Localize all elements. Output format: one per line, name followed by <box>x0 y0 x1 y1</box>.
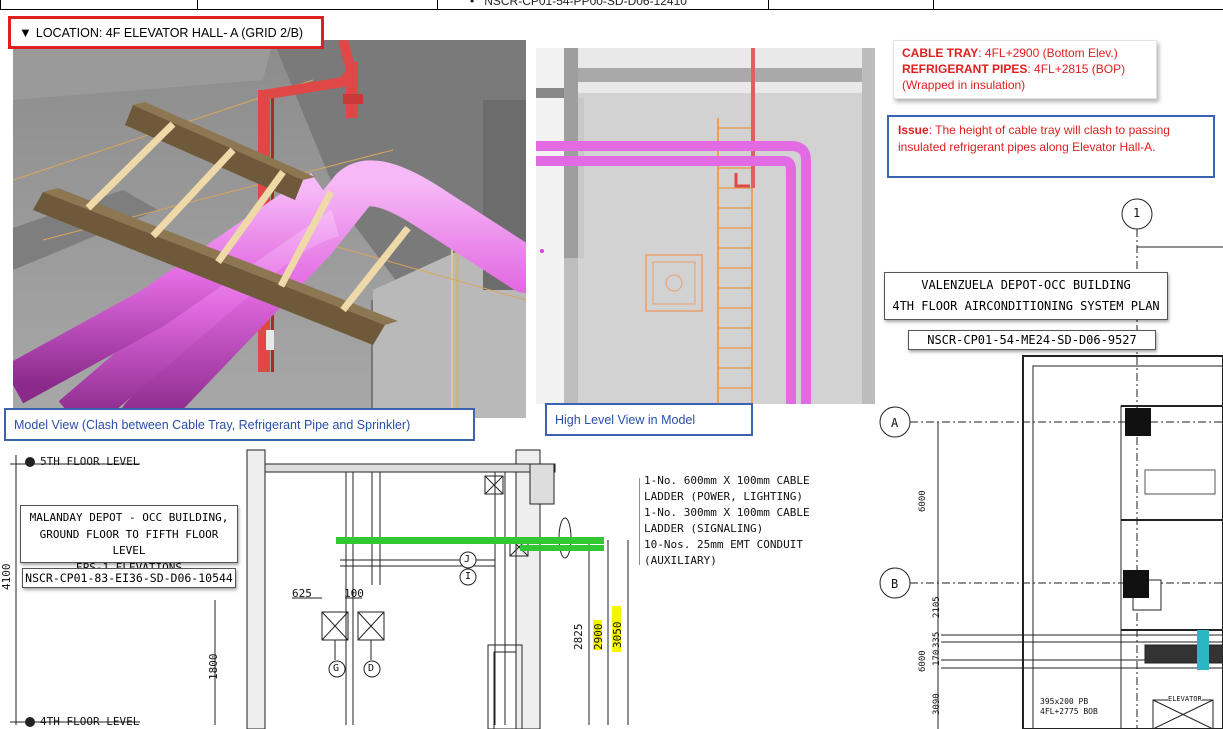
high-level-view-caption: High Level View in Model <box>545 403 753 436</box>
pb-note-1: 395x200 PB <box>1040 697 1089 706</box>
refrigerant-label: REFRIGERANT PIPES <box>902 62 1028 76</box>
plan-dim-3090: 3090 <box>932 693 942 715</box>
grid-a-label: A <box>891 416 899 430</box>
table-divider <box>197 0 198 10</box>
insulation-note: (Wrapped in insulation) <box>902 78 1026 92</box>
issue-box: Issue: The height of cable tray will cla… <box>887 115 1215 178</box>
high-level-view-render <box>536 48 875 404</box>
table-divider <box>933 0 934 10</box>
location-label: ▼ LOCATION: 4F ELEVATOR HALL- A (GRID 2/… <box>8 16 324 49</box>
level-4th-label: 4TH FLOOR LEVEL <box>40 715 140 728</box>
dim-1800: 1800 <box>207 653 220 681</box>
tag-j: J <box>464 554 471 565</box>
header-cut-text: • NSCR-CP01-54-PP00-SD-D06-12410 <box>470 0 687 8</box>
grid-b-label: B <box>891 577 899 591</box>
elevator-label: ELEVATOR <box>1168 695 1202 703</box>
table-divider <box>437 0 438 10</box>
grid-1-label: 1 <box>1133 206 1141 220</box>
tag-i: I <box>465 571 472 582</box>
plan-drawing-ref: NSCR-CP01-54-ME24-SD-D06-9527 <box>908 330 1156 350</box>
cable-tray-label: CABLE TRAY <box>902 46 979 60</box>
issue-label: Issue <box>898 123 929 137</box>
header-table-row: • NSCR-CP01-54-PP00-SD-D06-12410 <box>0 0 1223 10</box>
model-view-caption: Model View (Clash between Cable Tray, Re… <box>4 408 475 441</box>
cable-tray-value: : 4FL+2900 (Bottom Elev.) <box>978 46 1118 60</box>
dim-3050: 3050 <box>611 621 624 649</box>
elevation-drawing-ref: NSCR-CP01-83-EI36-SD-D06-10544 <box>22 568 236 588</box>
elevation-title-block: MALANDAY DEPOT - OCC BUILDING, GROUND FL… <box>20 505 238 574</box>
dim-2900: 2900 <box>592 623 605 651</box>
refrigerant-value: : 4FL+2815 (BOP) <box>1027 62 1126 76</box>
table-divider <box>768 0 769 10</box>
model-view-svg <box>13 40 526 418</box>
dim-4100: 4100 <box>0 563 13 591</box>
plan-title-block: VALENZUELA DEPOT-OCC BUILDING 4TH FLOOR … <box>884 272 1168 320</box>
model-view-render <box>13 40 526 418</box>
triangle-down-icon: ▼ <box>19 25 32 40</box>
issue-text: : The height of cable tray will clash to… <box>898 123 1170 154</box>
cable-ladder-notes: 1-No. 600mm X 100mm CABLE LADDER (POWER, … <box>644 474 810 567</box>
dim-100: 100 <box>344 587 364 600</box>
dim-625: 625 <box>292 587 312 600</box>
model-view-caption-text: Model View (Clash between Cable Tray, Re… <box>14 417 411 432</box>
pb-note-2: 4FL+2775 BOB <box>1040 707 1098 716</box>
plan-dim-6000-a: 6000 <box>918 490 928 512</box>
tag-g: G <box>333 663 340 674</box>
plan-dim-6000-b: 6000 <box>918 650 928 672</box>
elevation-info-box: CABLE TRAY: 4FL+2900 (Bottom Elev.) REFR… <box>893 40 1157 99</box>
ac-floor-plan <box>875 190 1223 729</box>
plan-dim-2105: 2105 <box>932 596 942 618</box>
location-text: LOCATION: 4F ELEVATOR HALL- A (GRID 2/B) <box>35 25 304 40</box>
plan-svg <box>879 198 1223 729</box>
high-level-view-caption-text: High Level View in Model <box>555 412 696 427</box>
dim-2825: 2825 <box>572 623 585 651</box>
plan-dim-335: 335 <box>932 631 942 648</box>
level-5th-label: 5TH FLOOR LEVEL <box>40 455 140 468</box>
plan-dim-170: 170 <box>932 649 942 666</box>
tag-d: D <box>368 663 375 674</box>
high-level-view-svg <box>536 48 875 404</box>
table-divider <box>0 0 1 10</box>
